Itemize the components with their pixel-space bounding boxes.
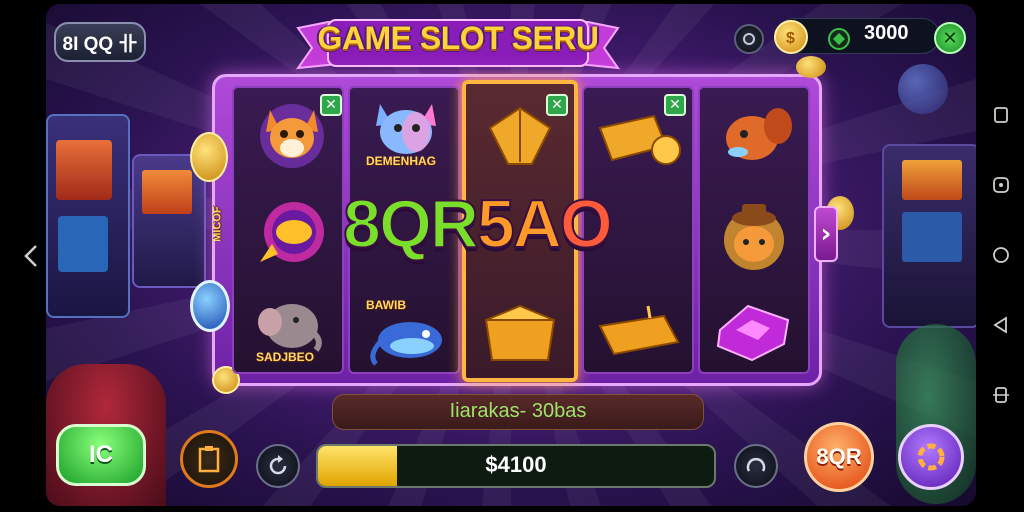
clipboard-icon bbox=[198, 446, 220, 473]
level-badge[interactable]: 8I QQ 卝 bbox=[54, 22, 146, 62]
menu-button[interactable] bbox=[898, 424, 964, 490]
cat-symbol-icon bbox=[376, 104, 436, 154]
gold-bar-symbol-icon bbox=[598, 114, 681, 165]
bet-amount: $4100 bbox=[485, 452, 547, 477]
ring-icon bbox=[917, 443, 945, 471]
big-win-text: 8QR5AO bbox=[314, 184, 640, 264]
big-win-part-2: 5A bbox=[476, 185, 563, 263]
next-page-button[interactable]: › bbox=[814, 206, 838, 262]
spin-button[interactable]: 8QR bbox=[804, 422, 874, 492]
back-chevron-icon[interactable] bbox=[22, 244, 42, 268]
spin-button-label: 8QR bbox=[816, 444, 862, 469]
close-icon: ✕ bbox=[942, 27, 958, 49]
big-win-part-1: 8QR bbox=[342, 185, 480, 263]
win-mark-icon: ✕ bbox=[320, 94, 342, 116]
credit-amount: 3000 bbox=[864, 22, 909, 44]
reel1-bottom-label: SADJBEO bbox=[256, 350, 315, 364]
purple-gem-symbol-icon bbox=[716, 304, 790, 362]
refresh-icon bbox=[269, 455, 287, 475]
square-outline-icon[interactable] bbox=[992, 106, 1010, 124]
coin-icon: $ bbox=[774, 20, 808, 54]
add-credits-button[interactable]: ✕ bbox=[934, 22, 966, 54]
reel2-top-label: DEMENHAG bbox=[366, 154, 437, 168]
gold-ingot-symbol-icon bbox=[598, 305, 680, 356]
settings-button[interactable] bbox=[734, 24, 764, 54]
gem-icon bbox=[828, 28, 850, 50]
big-win-part-3: O bbox=[559, 185, 614, 263]
win-message: Iiarakas- 30bas bbox=[449, 400, 587, 422]
win-mark-icon-2: ✕ bbox=[546, 94, 568, 116]
arcade-machine-right bbox=[882, 144, 976, 328]
screenshot-icon[interactable] bbox=[992, 176, 1010, 194]
blue-token-icon bbox=[190, 280, 230, 332]
back-triangle-icon[interactable] bbox=[992, 316, 1010, 334]
home-button[interactable]: IC bbox=[56, 424, 146, 486]
game-title: GAME SLOT SERU bbox=[317, 20, 599, 56]
paytable-button[interactable] bbox=[180, 430, 238, 488]
refresh-button[interactable] bbox=[256, 444, 300, 488]
home-button-label: IC bbox=[89, 441, 113, 468]
autoplay-button[interactable] bbox=[734, 444, 778, 488]
lion-symbol-icon bbox=[724, 204, 784, 270]
level-badge-text: 8I QQ 卝 bbox=[62, 33, 138, 55]
title-banner: GAME SLOT SERU bbox=[288, 14, 628, 76]
elephant-symbol-icon bbox=[258, 304, 322, 352]
arcade-machine-left bbox=[46, 114, 130, 318]
autoplay-icon bbox=[746, 457, 766, 472]
squirrel-symbol-icon bbox=[726, 108, 792, 160]
chevron-right-icon: › bbox=[820, 219, 832, 249]
svg-text:$: $ bbox=[786, 30, 795, 46]
blue-fish-symbol-icon bbox=[370, 322, 442, 366]
coin-decoration-top bbox=[796, 56, 826, 78]
gold-chest-symbol-icon bbox=[484, 304, 556, 361]
rotate-icon[interactable] bbox=[992, 386, 1010, 404]
side-label-left: MICOF bbox=[211, 206, 224, 242]
home-circle-icon[interactable] bbox=[992, 246, 1010, 264]
circle-icon bbox=[743, 33, 755, 45]
bubble-decoration bbox=[898, 64, 948, 114]
coin-decoration-left bbox=[190, 132, 228, 182]
device-screen: 8I QQ 卝 GAME SLOT SERU $ 3000 ✕ MICOF ✕ … bbox=[0, 0, 1024, 512]
win-mark-icon-3: ✕ bbox=[664, 94, 686, 116]
